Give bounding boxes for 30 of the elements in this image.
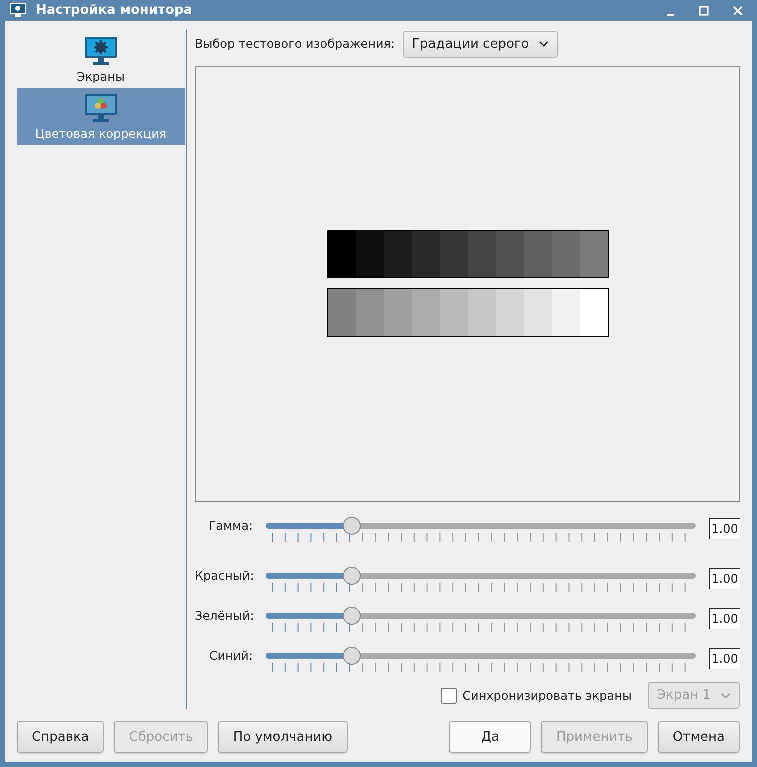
test-image-label: Выбор тестового изображения:	[195, 37, 396, 51]
slider-value: 1.00	[709, 648, 740, 669]
window-title: Настройка монитора	[36, 3, 194, 18]
caret-icon	[721, 692, 731, 698]
dialog-button[interactable]: По умолчанию	[218, 721, 348, 753]
slider-value: 1.00	[709, 568, 740, 589]
slider-thumb[interactable]	[343, 517, 361, 535]
sync-checkbox[interactable]	[440, 688, 457, 704]
test-image-dropdown[interactable]: Градации серого	[403, 30, 558, 58]
dialog-button[interactable]: Да	[449, 721, 532, 753]
monitor-gear-icon	[84, 36, 118, 66]
slider-value: 1.00	[709, 608, 740, 629]
minimize-icon	[666, 14, 674, 16]
close-icon	[733, 6, 743, 16]
slider-label: Синий:	[208, 649, 253, 663]
maximize-icon	[699, 6, 709, 16]
slider-value: 1.00	[709, 518, 740, 539]
sync-label: Синхронизировать экраны	[462, 688, 632, 702]
slider-label: Зелёный:	[195, 609, 253, 623]
monitor-icon	[10, 3, 26, 18]
slider-thumb[interactable]	[343, 607, 361, 625]
caret-icon	[539, 41, 550, 47]
slider-thumb[interactable]	[343, 647, 361, 665]
slider-thumb[interactable]	[343, 567, 361, 585]
dialog-button[interactable]: Отмена	[658, 721, 740, 753]
dialog-button[interactable]: Справка	[17, 721, 104, 753]
sidebar-item[interactable]: Экраны	[17, 31, 185, 88]
monitor-color-icon	[84, 93, 118, 123]
slider-label: Гамма:	[208, 519, 253, 533]
slider-label: Красный:	[195, 569, 253, 583]
